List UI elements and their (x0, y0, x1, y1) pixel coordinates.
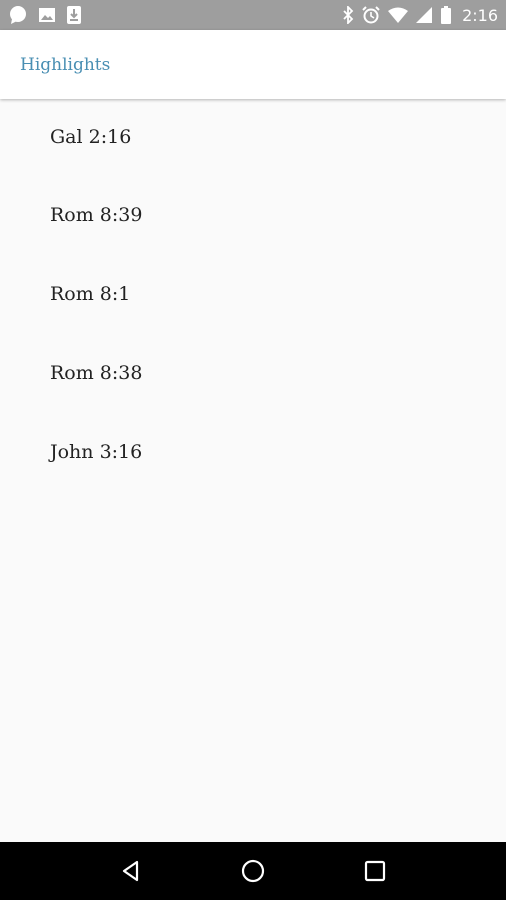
list-item[interactable]: Rom 8:38 (0, 333, 506, 412)
app-bar: Highlights (0, 30, 506, 99)
highlight-reference: Gal 2:16 (50, 126, 132, 148)
list-item[interactable]: John 3:16 (0, 412, 506, 491)
wifi-icon (388, 7, 409, 23)
bluetooth-icon (342, 6, 354, 24)
highlight-reference: Rom 8:38 (50, 361, 143, 384)
list-item[interactable]: Gal 2:16 (0, 99, 506, 175)
cell-signal-icon (416, 7, 433, 23)
home-icon[interactable] (233, 851, 273, 891)
battery-icon (440, 6, 452, 24)
status-bar: 2:16 (0, 0, 506, 30)
chat-bubble-icon (8, 5, 28, 25)
page-title: Highlights (20, 54, 111, 75)
status-left-icons (8, 5, 82, 25)
highlight-reference: Rom 8:39 (50, 203, 143, 226)
list-item[interactable]: Rom 8:1 (0, 254, 506, 333)
navigation-bar (0, 842, 506, 900)
list-item[interactable]: Rom 8:39 (0, 175, 506, 254)
image-icon (38, 6, 56, 24)
highlight-reference: Rom 8:1 (50, 282, 131, 305)
status-time: 2:16 (462, 5, 498, 25)
status-right-icons: 2:16 (342, 6, 498, 25)
highlight-reference: John 3:16 (50, 440, 143, 463)
highlights-list: Gal 2:16 Rom 8:39 Rom 8:1 Rom 8:38 John … (0, 99, 506, 491)
download-icon (66, 5, 82, 25)
back-icon[interactable] (111, 851, 151, 891)
recents-icon[interactable] (355, 851, 395, 891)
alarm-icon (362, 6, 380, 24)
